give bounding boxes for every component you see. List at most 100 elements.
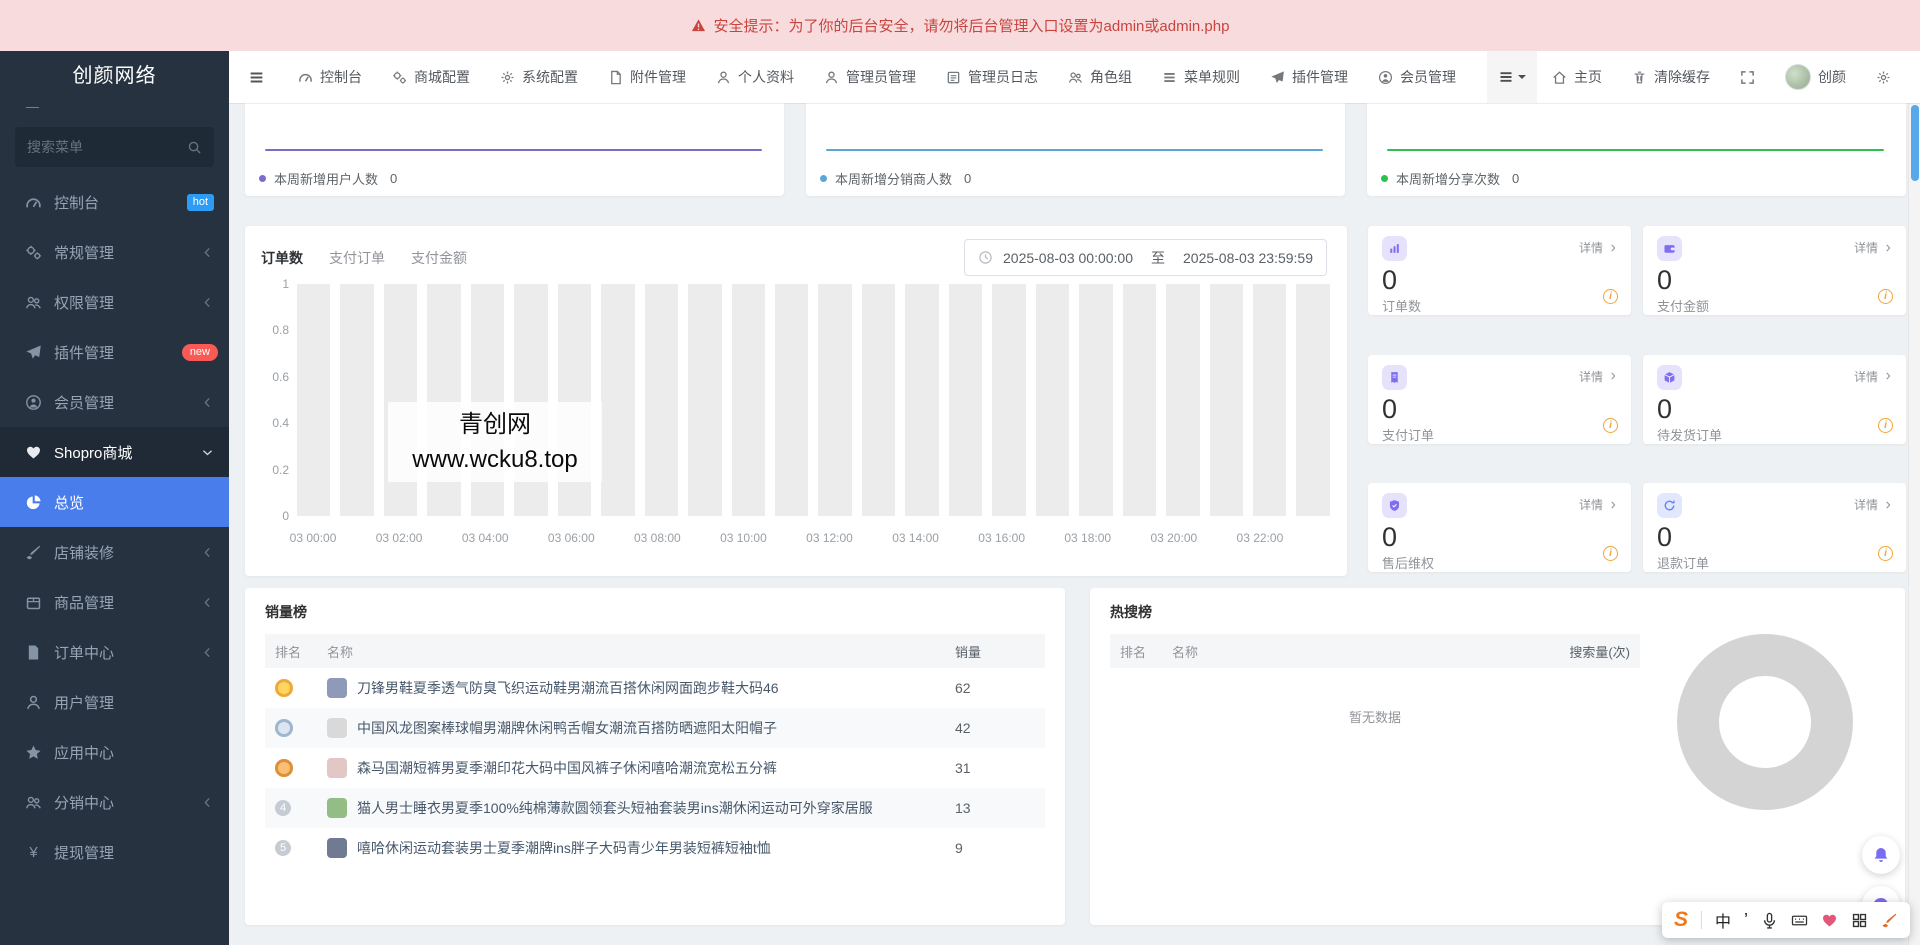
order-chart-card: 订单数 支付订单 支付金额 2025-08-03 00:00:00 至 2025… (245, 226, 1347, 576)
user-icon (25, 694, 42, 711)
chart-bar (732, 284, 765, 516)
ime-apostrophe-icon[interactable]: ’ (1744, 915, 1748, 925)
y-tick: 0.2 (272, 463, 289, 477)
sidebar-item-shop-design[interactable]: 店铺装修 (0, 527, 229, 577)
sidebar-item-goods[interactable]: 商品管理 (0, 577, 229, 627)
sales-qty: 31 (955, 760, 1035, 776)
detail-link[interactable]: 详情 (1579, 496, 1618, 513)
fullscreen-button[interactable] (1725, 51, 1770, 103)
sidebar-item-auth[interactable]: 权限管理 (0, 277, 229, 327)
ime-language-toggle[interactable]: 中 (1715, 908, 1731, 932)
gold-medal-icon (275, 679, 293, 697)
rank-5-badge: 5 (275, 840, 291, 856)
nav-profile[interactable]: 个人资料 (701, 51, 809, 103)
info-icon[interactable]: i (1878, 418, 1893, 433)
date-end-input[interactable]: 2025-08-03 23:59:59 (1183, 250, 1313, 266)
sidebar-item-users[interactable]: 用户管理 (0, 677, 229, 727)
y-axis-labels: 1 0.8 0.6 0.4 0.2 0 (251, 277, 289, 523)
nav-admin-manage[interactable]: 管理员管理 (809, 51, 931, 103)
sidebar-item-member[interactable]: 会员管理 (0, 377, 229, 427)
info-icon[interactable]: i (1603, 418, 1618, 433)
bronze-medal-icon (275, 759, 293, 777)
detail-link[interactable]: 详情 (1854, 239, 1893, 256)
apps-grid-icon[interactable] (1851, 912, 1868, 929)
col-rank: 排名 (275, 642, 327, 661)
nav-dashboard[interactable]: 控制台 (283, 51, 377, 103)
nav-addon-manage[interactable]: 插件管理 (1255, 51, 1363, 103)
tab-order-count[interactable]: 订单数 (261, 248, 303, 268)
user-menu[interactable]: 创颜 (1770, 51, 1861, 103)
ime-toolbar: S 中 ’ (1662, 902, 1910, 938)
product-name-link[interactable]: 刀锋男鞋夏季透气防臭飞织运动鞋男潮流百搭休闲网面跑步鞋大码46 (357, 678, 779, 698)
sidebar-item-label: 订单中心 (54, 642, 114, 663)
detail-link[interactable]: 详情 (1579, 368, 1618, 385)
product-name-link[interactable]: 猫人男士睡衣男夏季100%纯棉薄款圆领套头短袖套装男ins潮休闲运动可外穿家居服 (357, 798, 873, 818)
user-icon (716, 70, 731, 85)
sidebar-item-label: 权限管理 (54, 292, 114, 313)
nav-system-config[interactable]: 系统配置 (485, 51, 593, 103)
info-icon[interactable]: i (1603, 289, 1618, 304)
chart-bar (949, 284, 982, 516)
chart-bar (601, 284, 634, 516)
nav-home[interactable]: 主页 (1537, 51, 1617, 103)
chevron-left-icon (201, 246, 214, 259)
sidebar-item-apps[interactable]: 应用中心 (0, 727, 229, 777)
tab-paid-amount[interactable]: 支付金额 (411, 248, 467, 268)
sparkline-users (265, 149, 762, 151)
scrollbar-thumb[interactable] (1911, 105, 1919, 181)
settings-button[interactable] (1861, 51, 1906, 103)
tab-paid-orders[interactable]: 支付订单 (329, 248, 385, 268)
skin-icon[interactable] (1821, 912, 1838, 929)
stat-card-pending-ship: 详情 0 待发货订单 i (1643, 355, 1906, 444)
sidebar-item-addon[interactable]: 插件管理 new (0, 327, 229, 377)
sidebar-item-orders[interactable]: 订单中心 (0, 627, 229, 677)
legend-value: 0 (964, 171, 971, 186)
detail-link[interactable]: 详情 (1579, 239, 1618, 256)
nav-shop-config[interactable]: 商城配置 (377, 51, 485, 103)
sparkline-shares (1387, 149, 1884, 151)
nav-admin-log[interactable]: 管理员日志 (931, 51, 1053, 103)
sidebar-item-dashboard[interactable]: 控制台 hot (0, 177, 229, 227)
date-start-input[interactable]: 2025-08-03 00:00:00 (1003, 250, 1133, 266)
sales-qty: 13 (955, 800, 1035, 816)
sogou-logo-icon[interactable]: S (1674, 908, 1688, 932)
nav-label: 清除缓存 (1654, 67, 1710, 87)
sidebar-item-overview[interactable]: 总览 (0, 477, 229, 527)
product-name-link[interactable]: 森马国潮短裤男夏季潮印花大码中国风裤子休闲嘻哈潮流宽松五分裤 (357, 758, 777, 778)
chevron-left-icon (201, 546, 214, 559)
sidebar-item-general[interactable]: 常规管理 (0, 227, 229, 277)
sidebar-toggle-button[interactable] (229, 51, 283, 103)
toolbox-icon[interactable] (1881, 912, 1898, 929)
sidebar-item-withdraw[interactable]: ¥ 提现管理 (0, 827, 229, 877)
sidebar-item-shopro[interactable]: Shopro商城 (0, 427, 229, 477)
nav-member-manage[interactable]: 会员管理 (1363, 51, 1471, 103)
voice-assistant-button[interactable] (1862, 836, 1900, 874)
nav-menu-dropdown-button[interactable] (1487, 51, 1537, 103)
detail-link[interactable]: 详情 (1854, 368, 1893, 385)
sidebar-item-label: 应用中心 (54, 742, 114, 763)
chart-bar (1036, 284, 1069, 516)
legend-dot (259, 175, 266, 182)
legend-label: 本周新增用户人数 (274, 169, 378, 188)
search-icon[interactable] (187, 140, 202, 155)
menu-search-input[interactable] (27, 139, 179, 155)
sidebar-item-distribution[interactable]: 分销中心 (0, 777, 229, 827)
nav-menu-rules[interactable]: 菜单规则 (1147, 51, 1255, 103)
microphone-icon[interactable] (1761, 912, 1778, 929)
chart-bar (1210, 284, 1243, 516)
nav-role-group[interactable]: 角色组 (1053, 51, 1147, 103)
date-range-picker[interactable]: 2025-08-03 00:00:00 至 2025-08-03 23:59:5… (964, 239, 1327, 276)
keyboard-icon[interactable] (1791, 912, 1808, 929)
info-icon[interactable]: i (1878, 289, 1893, 304)
product-name-link[interactable]: 嘻哈休闲运动套装男士夏季潮牌ins胖子大码青少年男装短裤短袖t恤 (357, 838, 771, 858)
product-name-link[interactable]: 中国风龙图案棒球帽男潮牌休闲鸭舌帽女潮流百搭防晒遮阳太阳帽子 (357, 718, 777, 738)
x-tick: 03 04:00 (442, 531, 528, 545)
nav-clear-cache[interactable]: 清除缓存 (1617, 51, 1725, 103)
weekly-users-legend: 本周新增用户人数 0 (259, 169, 397, 188)
x-tick: 03 22:00 (1217, 531, 1303, 545)
chevron-left-icon (201, 646, 214, 659)
scrollbar-track[interactable] (1908, 51, 1920, 945)
nav-attachments[interactable]: 附件管理 (593, 51, 701, 103)
detail-link[interactable]: 详情 (1854, 496, 1893, 513)
legend-value: 0 (390, 171, 397, 186)
